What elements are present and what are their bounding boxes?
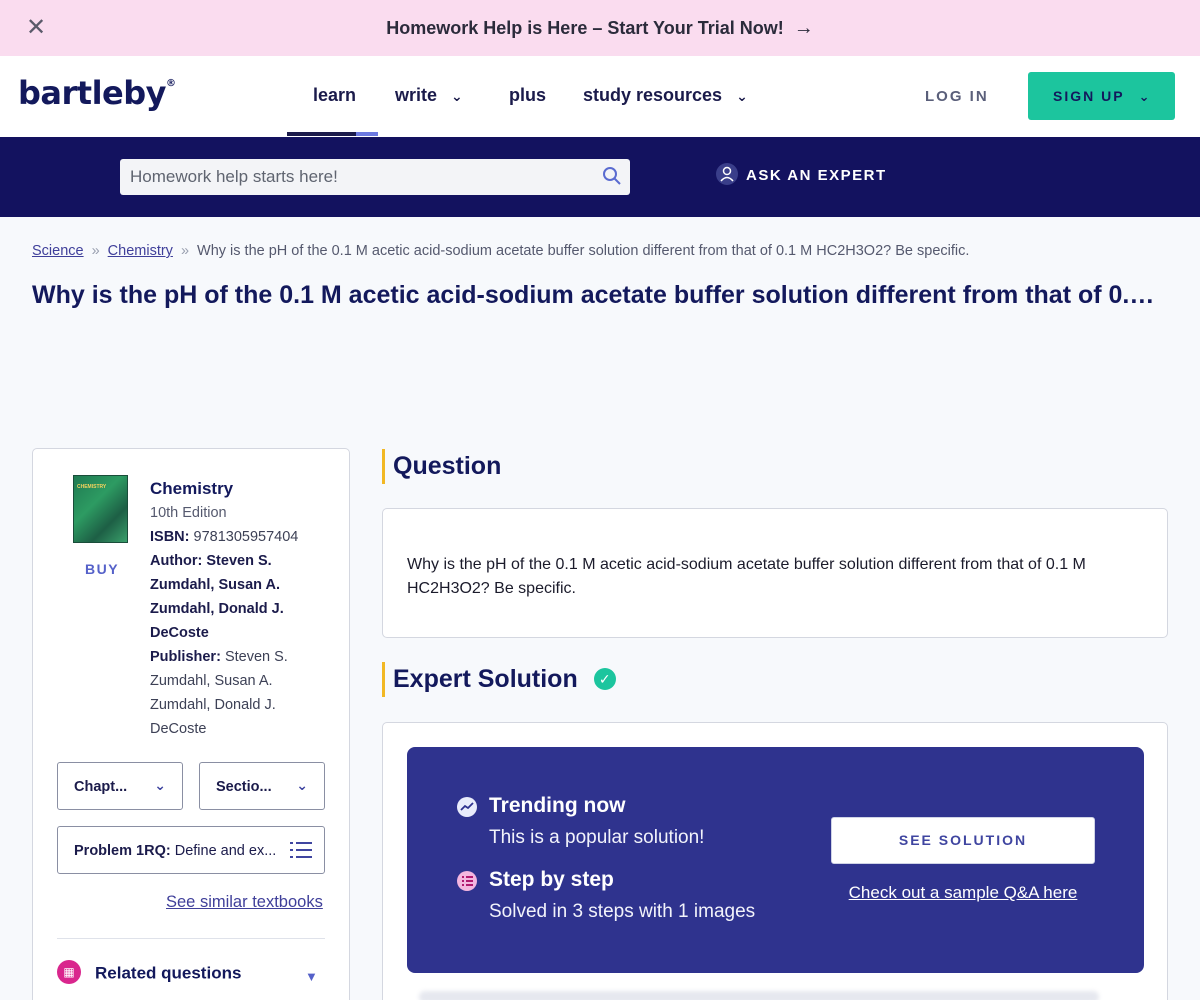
isbn-label: ISBN: xyxy=(150,529,190,545)
related-questions-label: Related questions xyxy=(95,963,242,983)
sample-qa-link[interactable]: Check out a sample Q&A here xyxy=(831,883,1095,903)
search-box xyxy=(120,159,630,195)
question-heading: Question xyxy=(382,449,501,484)
book-isbn: ISBN: 9781305957404 xyxy=(150,525,325,549)
site-header: bartleby® learn write ⌄ plus study resour… xyxy=(0,56,1200,137)
problem-select[interactable]: Problem 1RQ: Define and ex... xyxy=(57,826,325,874)
steps-subtitle: Solved in 3 steps with 1 images xyxy=(489,901,756,922)
login-button[interactable]: LOG IN xyxy=(925,88,989,105)
solution-teaser-card: Trending now This is a popular solution!… xyxy=(407,747,1144,973)
nav-study-resources-label: study resources xyxy=(583,85,723,105)
trending-title: Trending now xyxy=(489,794,626,817)
book-edition: 10th Edition xyxy=(150,505,227,521)
signup-button[interactable]: SIGN UP ⌄ xyxy=(1028,72,1175,120)
ask-expert-button[interactable]: ASK AN EXPERT xyxy=(716,163,887,187)
nav-learn[interactable]: learn xyxy=(313,85,356,106)
blurred-solution-preview xyxy=(419,991,1099,1000)
nav-write-label: write xyxy=(395,85,438,105)
search-icon[interactable] xyxy=(602,166,622,186)
expert-icon xyxy=(716,163,738,185)
question-text: Why is the pH of the 0.1 M acetic acid-s… xyxy=(407,556,1086,597)
similar-textbooks-link[interactable]: See similar textbooks xyxy=(166,893,323,912)
registered-mark: ® xyxy=(166,78,176,89)
problem-text: Define and ex... xyxy=(174,843,277,859)
trending-icon xyxy=(457,797,477,817)
nav-learn-label: learn xyxy=(313,85,357,105)
ask-expert-label: ASK AN EXPERT xyxy=(746,166,887,184)
buy-button[interactable]: BUY xyxy=(85,561,119,577)
breadcrumb-current: Why is the pH of the 0.1 M acetic acid-s… xyxy=(197,243,970,259)
chevron-down-icon: ⌄ xyxy=(1138,89,1152,104)
author-label: Author: xyxy=(150,553,203,569)
problem-label: Problem 1RQ: xyxy=(74,843,171,859)
steps-title: Step by step xyxy=(489,868,614,891)
search-input[interactable] xyxy=(120,159,590,195)
textbook-sidebar: CHEMISTRY BUY Chemistry 10th Edition ISB… xyxy=(32,448,350,1000)
steps-icon xyxy=(457,871,477,891)
logo-text: bartleby xyxy=(18,74,167,112)
nav-study-resources[interactable]: study resources ⌄ xyxy=(583,85,748,106)
breadcrumb-chemistry[interactable]: Chemistry xyxy=(108,243,173,259)
verified-check-icon: ✓ xyxy=(593,668,616,690)
book-author: Author: Steven S. Zumdahl, Susan A. Zumd… xyxy=(150,549,325,645)
chapter-select[interactable]: Chapt... ⌄ xyxy=(57,762,183,810)
page-title: Why is the pH of the 0.1 M acetic acid-s… xyxy=(32,281,1168,309)
nav-plus-label: plus xyxy=(509,85,547,105)
isbn-value: 9781305957404 xyxy=(193,529,299,545)
promo-text: Homework Help is Here – Start Your Trial… xyxy=(386,18,784,38)
list-icon xyxy=(290,842,312,858)
trending-subtitle: This is a popular solution! xyxy=(489,827,705,848)
section-select-value: Sectio... xyxy=(216,779,272,795)
book-publisher: Publisher: Steven S. Zumdahl, Susan A. Z… xyxy=(150,645,325,741)
related-questions-toggle[interactable]: ▦ Related questions xyxy=(57,960,242,986)
chevron-down-icon: ⌄ xyxy=(154,777,166,793)
solution-heading: Expert Solution ✓ xyxy=(382,662,616,697)
caret-down-icon[interactable]: ▼ xyxy=(305,969,318,984)
bartleby-logo[interactable]: bartleby® xyxy=(18,74,176,112)
indicator-tip xyxy=(356,132,378,136)
book-title: Chemistry xyxy=(150,479,234,498)
promo-message[interactable]: Homework Help is Here – Start Your Trial… xyxy=(0,17,1200,40)
cover-text: CHEMISTRY xyxy=(77,484,107,490)
chapter-select-value: Chapt... xyxy=(74,779,128,795)
solution-box: Trending now This is a popular solution!… xyxy=(382,722,1168,1000)
solution-heading-text: Expert Solution xyxy=(393,665,578,693)
book-meta: 10th Edition ISBN: 9781305957404 Author:… xyxy=(150,501,325,741)
section-select[interactable]: Sectio... ⌄ xyxy=(199,762,325,810)
arrow-right-icon: → xyxy=(793,17,814,39)
chevron-down-icon: ⌄ xyxy=(736,88,748,104)
question-box: Why is the pH of the 0.1 M acetic acid-s… xyxy=(382,508,1168,638)
breadcrumb: Science » Chemistry » Why is the pH of the 0… xyxy=(32,243,969,259)
book-cover-image[interactable]: CHEMISTRY xyxy=(73,475,128,543)
nav-write[interactable]: write ⌄ xyxy=(395,85,463,106)
promo-banner: ✕ Homework Help is Here – Start Your Tri… xyxy=(0,0,1200,56)
breadcrumb-science[interactable]: Science xyxy=(32,243,84,259)
nav-active-indicator xyxy=(287,132,378,136)
divider xyxy=(57,938,325,939)
search-band: ASK AN EXPERT xyxy=(0,137,1200,217)
breadcrumb-separator: » xyxy=(180,243,190,259)
signup-label: SIGN UP xyxy=(1053,88,1125,104)
nav-plus[interactable]: plus xyxy=(509,85,546,106)
chevron-down-icon: ⌄ xyxy=(296,777,308,793)
publisher-label: Publisher: xyxy=(150,649,221,665)
chevron-down-icon: ⌄ xyxy=(451,88,463,104)
see-solution-button[interactable]: SEE SOLUTION xyxy=(831,817,1095,864)
breadcrumb-separator: » xyxy=(91,243,100,259)
related-questions-icon: ▦ xyxy=(57,960,81,984)
